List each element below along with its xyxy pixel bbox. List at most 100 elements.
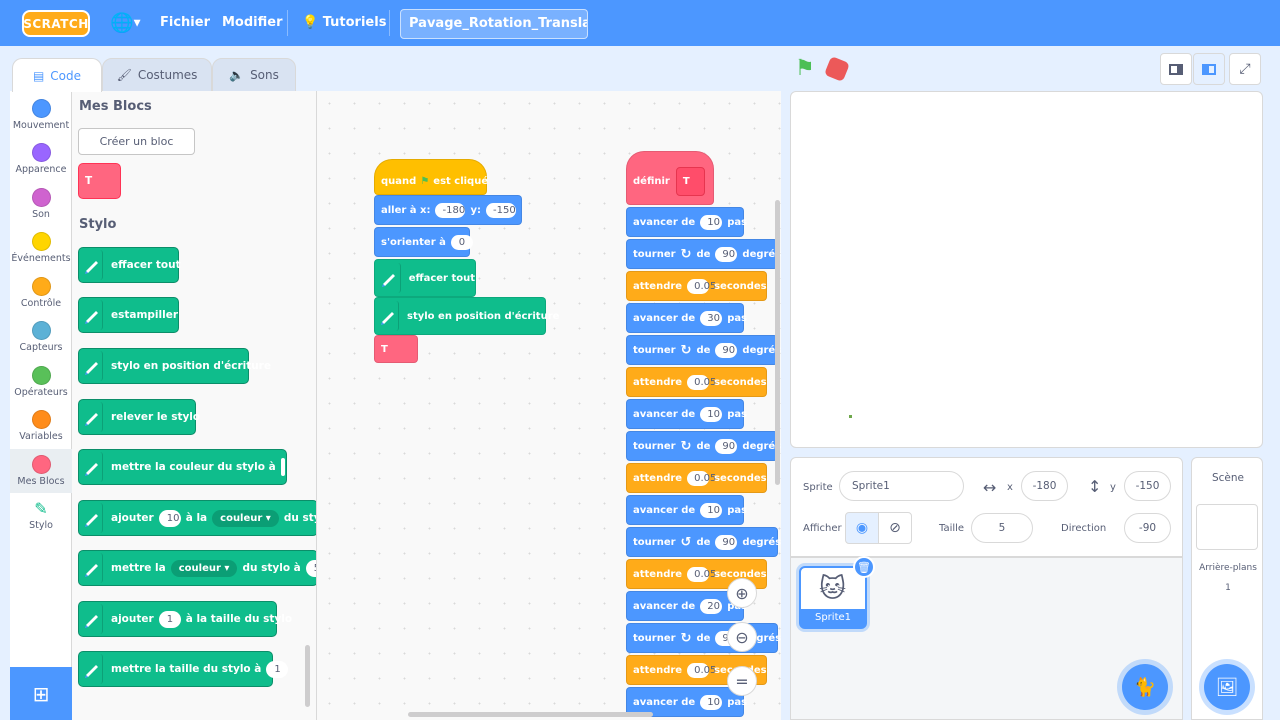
workspace-horizontal-scrollbar[interactable]	[408, 712, 653, 717]
category-1[interactable]: Mouvement	[10, 93, 72, 137]
number-input[interactable]: 0.05	[687, 278, 716, 294]
block-move[interactable]: avancer de 10 pas	[626, 495, 747, 525]
number-input[interactable]: 10	[158, 509, 181, 527]
block-erase-all[interactable]: effacer tout	[78, 247, 181, 283]
category-9[interactable]: Mes Blocs	[10, 449, 72, 493]
custom-block-t[interactable]: T	[78, 163, 121, 199]
number-input[interactable]: 0.05	[687, 374, 716, 390]
zoom-in-button[interactable]: ⊕	[727, 578, 757, 608]
menu-file[interactable]: Fichier	[160, 15, 210, 30]
palette-scrollbar[interactable]	[305, 645, 310, 707]
sprite-thumbnail[interactable]: 🐱 Sprite1 🗑	[799, 556, 875, 629]
number-input[interactable]: 20	[700, 598, 723, 614]
block-set-pen-color[interactable]: mettre la couleur du stylo à	[78, 449, 287, 485]
number-input[interactable]: 1	[158, 610, 181, 628]
small-stage-button[interactable]	[1160, 53, 1192, 85]
number-input[interactable]: 10	[700, 214, 723, 230]
number-input[interactable]: 1	[266, 660, 289, 678]
menu-edit[interactable]: Modifier	[222, 15, 283, 30]
choose-sprite-button[interactable]: 🐈	[1122, 664, 1168, 710]
script-workspace[interactable]: quand ⚑ est cliqué aller à x: -180 y: -150 s'…	[317, 91, 781, 720]
number-input[interactable]: 0.05	[687, 470, 716, 486]
workspace-vertical-scrollbar[interactable]	[775, 200, 780, 485]
tab-costumes[interactable]: 🖌 Costumes	[102, 58, 212, 92]
block-call-t[interactable]: T	[374, 335, 418, 363]
color-swatch[interactable]	[280, 458, 285, 476]
category-3[interactable]: Son	[10, 182, 72, 226]
block-pen-down[interactable]: stylo en position d'écriture	[374, 297, 559, 335]
menu-tutorials[interactable]: 💡 Tutoriels	[302, 15, 386, 30]
hide-sprite-button[interactable]: ⊘	[878, 512, 912, 544]
block-change-pen-size[interactable]: ajouter 1 à la taille du stylo	[78, 601, 292, 637]
tab-code[interactable]: ▤ Code	[12, 58, 102, 92]
project-title-field[interactable]: Pavage_Rotation_Translat...	[400, 9, 588, 39]
block-point-in-direction[interactable]: s'orienter à 0	[374, 227, 473, 257]
zoom-reset-button[interactable]: =	[727, 666, 757, 696]
category-8[interactable]: Variables	[10, 404, 72, 448]
category-5[interactable]: Contrôle	[10, 271, 72, 315]
x-input[interactable]: -180	[435, 202, 466, 218]
show-sprite-button[interactable]: ◉	[845, 512, 879, 544]
stage-canvas[interactable]	[790, 91, 1263, 448]
param-dropdown[interactable]: couleur ▾	[170, 559, 238, 577]
block-define-t[interactable]: définir T	[626, 151, 714, 205]
scratch-logo[interactable]: SCRATCH	[22, 10, 90, 37]
direction-input[interactable]: 0	[450, 234, 473, 250]
number-input[interactable]: 0.05	[687, 662, 716, 678]
number-input[interactable]: 0.05	[687, 566, 716, 582]
block-set-pen-size[interactable]: mettre la taille du stylo à 1	[78, 651, 289, 687]
backdrop-thumbnail[interactable]	[1196, 504, 1258, 550]
category-6[interactable]: Capteurs	[10, 315, 72, 359]
y-input[interactable]: -150	[486, 202, 516, 218]
add-extension-button[interactable]: ⊞	[10, 667, 72, 720]
size-input[interactable]: 5	[971, 513, 1033, 543]
block-turn[interactable]: tourner↻de90degrés	[626, 335, 781, 365]
block-stamp[interactable]: estampiller	[78, 297, 179, 333]
block-pen-down[interactable]: stylo en position d'écriture	[78, 348, 271, 384]
block-pen-up[interactable]: relever le stylo	[78, 399, 200, 435]
block-move[interactable]: avancer de 10 pas	[626, 399, 747, 429]
category-2[interactable]: Apparence	[10, 137, 72, 181]
number-input[interactable]: 90	[715, 246, 738, 262]
normal-stage-button[interactable]	[1193, 53, 1225, 85]
block-erase-all[interactable]: effacer tout	[374, 259, 476, 297]
category-4[interactable]: Événements	[10, 226, 72, 270]
number-input[interactable]: 90	[715, 438, 738, 454]
block-go-to-xy[interactable]: aller à x: -180 y: -150	[374, 195, 522, 225]
block-change-pen-param[interactable]: ajouter 10 à la couleur ▾ du stylo	[78, 500, 316, 536]
number-input[interactable]: 50	[305, 559, 316, 577]
block-wait[interactable]: attendre 0.05secondes	[626, 367, 767, 397]
y-input[interactable]: -150	[1124, 471, 1171, 501]
block-turn[interactable]: tourner ↺ de 90 degrés	[626, 527, 781, 557]
number-input[interactable]: 10	[700, 406, 723, 422]
green-flag-button[interactable]: ⚑	[795, 58, 815, 80]
number-input[interactable]: 10	[700, 502, 723, 518]
fullscreen-button[interactable]: ⤢	[1229, 53, 1261, 85]
sprite-name-input[interactable]: Sprite1	[839, 471, 964, 501]
block-wait[interactable]: attendre 0.05secondes	[626, 463, 767, 493]
number-input[interactable]: 90	[715, 534, 738, 550]
category-10[interactable]: ✎ Stylo	[10, 493, 72, 537]
direction-input[interactable]: -90	[1124, 513, 1171, 543]
block-set-pen-param[interactable]: mettre la couleur ▾ du stylo à 50	[78, 550, 316, 586]
block-move[interactable]: avancer de 30 pas	[626, 303, 747, 333]
block-turn[interactable]: tourner↻de90degrés	[626, 431, 781, 461]
tab-sounds[interactable]: 🔈 Sons	[212, 58, 296, 92]
choose-backdrop-button[interactable]: 🖼	[1204, 664, 1250, 710]
number-input[interactable]: 90	[715, 342, 738, 358]
x-input[interactable]: -180	[1021, 471, 1068, 501]
stop-button[interactable]	[823, 55, 851, 83]
language-globe-icon[interactable]: 🌐▼	[110, 12, 144, 34]
make-block-button[interactable]: Créer un bloc	[78, 128, 195, 155]
block-turn[interactable]: tourner↻de90degrés	[626, 239, 781, 269]
param-dropdown[interactable]: couleur ▾	[212, 509, 279, 527]
number-input[interactable]: 30	[700, 310, 723, 326]
delete-sprite-button[interactable]: 🗑	[853, 556, 875, 578]
block-wait[interactable]: attendre 0.05secondes	[626, 271, 767, 301]
block-when-flag-clicked[interactable]: quand ⚑ est cliqué	[374, 159, 488, 195]
block-move[interactable]: avancer de 10 pas	[626, 207, 747, 237]
zoom-out-button[interactable]: ⊖	[727, 622, 757, 652]
sprite-on-stage[interactable]	[849, 415, 852, 418]
number-input[interactable]: 10	[700, 694, 723, 710]
category-7[interactable]: Opérateurs	[10, 360, 72, 404]
